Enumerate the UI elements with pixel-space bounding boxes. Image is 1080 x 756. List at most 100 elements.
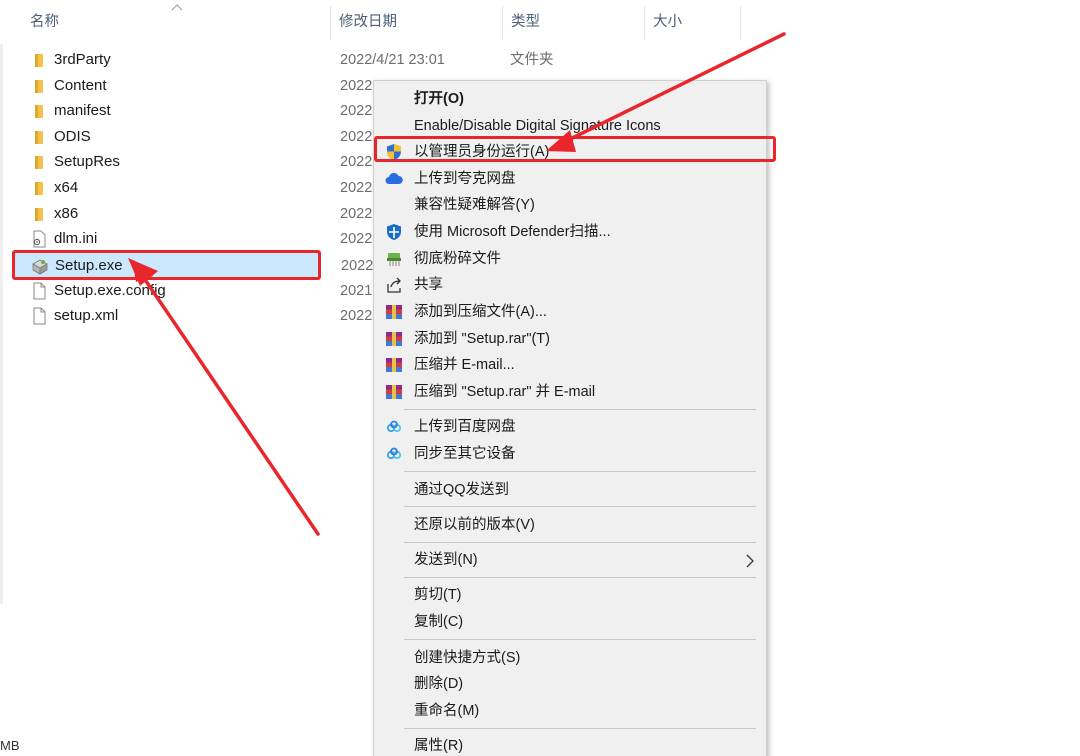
file-name: manifest [54, 102, 111, 119]
file-name: Content [54, 77, 107, 94]
file-row-odis[interactable]: ODIS 2022 [12, 124, 372, 150]
menu-item-label: 发送到(N) [414, 552, 478, 568]
menu-item-label: 上传到夸克网盘 [414, 171, 516, 187]
folder-icon [35, 182, 43, 195]
menu-separator [404, 506, 756, 507]
column-header-bar: 名称 修改日期 类型 大小 [0, 0, 1080, 44]
file-name: 3rdParty [54, 51, 111, 68]
column-divider[interactable] [740, 6, 741, 40]
menu-separator [404, 639, 756, 640]
highlight-box-setup-exe [12, 250, 321, 280]
file-date: 2021 [340, 283, 373, 299]
menu-item-upload-baidu[interactable]: 上传到百度网盘 [374, 414, 766, 440]
file-row-manifest[interactable]: manifest 2022 [12, 98, 372, 124]
menu-item-add-to-archive[interactable]: 添加到压缩文件(A)... [374, 299, 766, 325]
baidu-cloud-icon [386, 447, 402, 460]
folder-icon [35, 105, 43, 118]
menu-item-restore-versions[interactable]: 还原以前的版本(V) [374, 512, 766, 538]
menu-item-label: 压缩并 E-mail... [414, 357, 515, 373]
menu-item-delete[interactable]: 删除(D) [374, 671, 766, 697]
menu-item-defender-scan[interactable]: 使用 Microsoft Defender扫描... [374, 219, 766, 245]
menu-item-rename[interactable]: 重命名(M) [374, 698, 766, 724]
menu-item-label: 同步至其它设备 [414, 446, 516, 462]
file-name: Setup.exe.config [54, 282, 166, 299]
menu-item-compress-to-rar-email[interactable]: 压缩到 "Setup.rar" 并 E-mail [374, 379, 766, 405]
baidu-cloud-icon [386, 420, 402, 433]
file-date: 2022 [340, 154, 373, 170]
file-row-x64[interactable]: x64 2022 [12, 175, 372, 201]
menu-separator [404, 577, 756, 578]
folder-icon [35, 80, 43, 93]
file-type: 文件夹 [510, 52, 554, 68]
file-row-setup-xml[interactable]: setup.xml 2022 [12, 303, 372, 329]
file-name: setup.xml [54, 307, 119, 324]
menu-item-send-to[interactable]: 发送到(N) [374, 547, 766, 573]
file-row-3rdparty[interactable]: 3rdParty 2022/4/21 23:01 文件夹 [12, 47, 554, 73]
file-date: 2022 [341, 258, 374, 274]
ini-file-icon [33, 230, 46, 248]
defender-icon [387, 224, 401, 240]
file-name: SetupRes [54, 153, 120, 170]
menu-item-upload-quark[interactable]: 上传到夸克网盘 [374, 166, 766, 192]
menu-item-open[interactable]: 打开(O) [374, 86, 766, 112]
file-row-x86[interactable]: x86 2022 [12, 201, 372, 227]
menu-item-sync-devices[interactable]: 同步至其它设备 [374, 441, 766, 467]
file-row-content[interactable]: Content 2022 [12, 73, 372, 99]
menu-item-copy[interactable]: 复制(C) [374, 609, 766, 635]
menu-item-compress-email[interactable]: 压缩并 E-mail... [374, 352, 766, 378]
menu-separator [404, 542, 756, 543]
folder-icon [35, 54, 43, 67]
navigation-pane-edge [0, 44, 3, 604]
menu-item-label: 压缩到 "Setup.rar" 并 E-mail [414, 384, 596, 400]
shredder-icon [387, 253, 401, 266]
folder-icon [35, 131, 43, 144]
menu-separator [404, 471, 756, 472]
file-date: 2022 [340, 206, 373, 222]
column-header-modified[interactable]: 修改日期 [331, 0, 501, 44]
file-name: ODIS [54, 128, 91, 145]
menu-item-label: 重命名(M) [414, 703, 480, 719]
menu-item-label: 使用 Microsoft Defender扫描... [414, 224, 611, 240]
menu-item-cut[interactable]: 剪切(T) [374, 582, 766, 608]
menu-separator [404, 728, 756, 729]
file-date: 2022 [340, 103, 373, 119]
menu-item-label: 删除(D) [414, 676, 464, 692]
menu-item-label: 添加到 "Setup.rar"(T) [414, 331, 550, 347]
menu-item-label: 创建快捷方式(S) [414, 650, 521, 666]
folder-icon [35, 156, 43, 169]
chevron-right-icon [746, 554, 754, 568]
menu-item-label: 还原以前的版本(V) [414, 517, 535, 533]
menu-item-label: 打开(O) [414, 91, 464, 107]
menu-item-properties[interactable]: 属性(R) [374, 733, 766, 756]
file-date: 2022 [340, 231, 373, 247]
file-row-dlm-ini[interactable]: dlm.ini 2022 [12, 226, 372, 252]
menu-item-label: 复制(C) [414, 614, 464, 630]
file-row-setupres[interactable]: SetupRes 2022 [12, 149, 372, 175]
menu-item-label: 通过QQ发送到 [414, 482, 510, 498]
column-header-name[interactable]: 名称 [22, 0, 330, 44]
menu-item-label: 彻底粉碎文件 [414, 251, 501, 267]
file-date: 2022 [340, 129, 373, 145]
winrar-icon [386, 305, 402, 319]
menu-item-label: 上传到百度网盘 [414, 419, 516, 435]
highlight-box-run-as-admin [374, 136, 776, 162]
file-name: x64 [54, 179, 79, 196]
menu-item-label: 属性(R) [414, 738, 464, 754]
file-date: 2022/4/21 23:01 [340, 52, 445, 68]
menu-item-shred-file[interactable]: 彻底粉碎文件 [374, 246, 766, 272]
menu-item-create-shortcut[interactable]: 创建快捷方式(S) [374, 645, 766, 671]
file-date: 2022 [340, 78, 373, 94]
file-row-setup-exe-config[interactable]: Setup.exe.config 2021 [12, 278, 372, 304]
menu-item-send-via-qq[interactable]: 通过QQ发送到 [374, 477, 766, 503]
menu-item-compatibility[interactable]: 兼容性疑难解答(Y) [374, 192, 766, 218]
status-size-unit: MB [0, 738, 20, 753]
file-icon [33, 282, 46, 300]
file-date: 2022 [340, 180, 373, 196]
menu-item-add-to-setup-rar[interactable]: 添加到 "Setup.rar"(T) [374, 326, 766, 352]
menu-item-label: 添加到压缩文件(A)... [414, 304, 547, 320]
column-header-type[interactable]: 类型 [503, 0, 643, 44]
share-icon [387, 277, 401, 293]
column-header-size[interactable]: 大小 [645, 0, 740, 44]
menu-item-share[interactable]: 共享 [374, 272, 766, 298]
file-name: dlm.ini [54, 230, 98, 247]
